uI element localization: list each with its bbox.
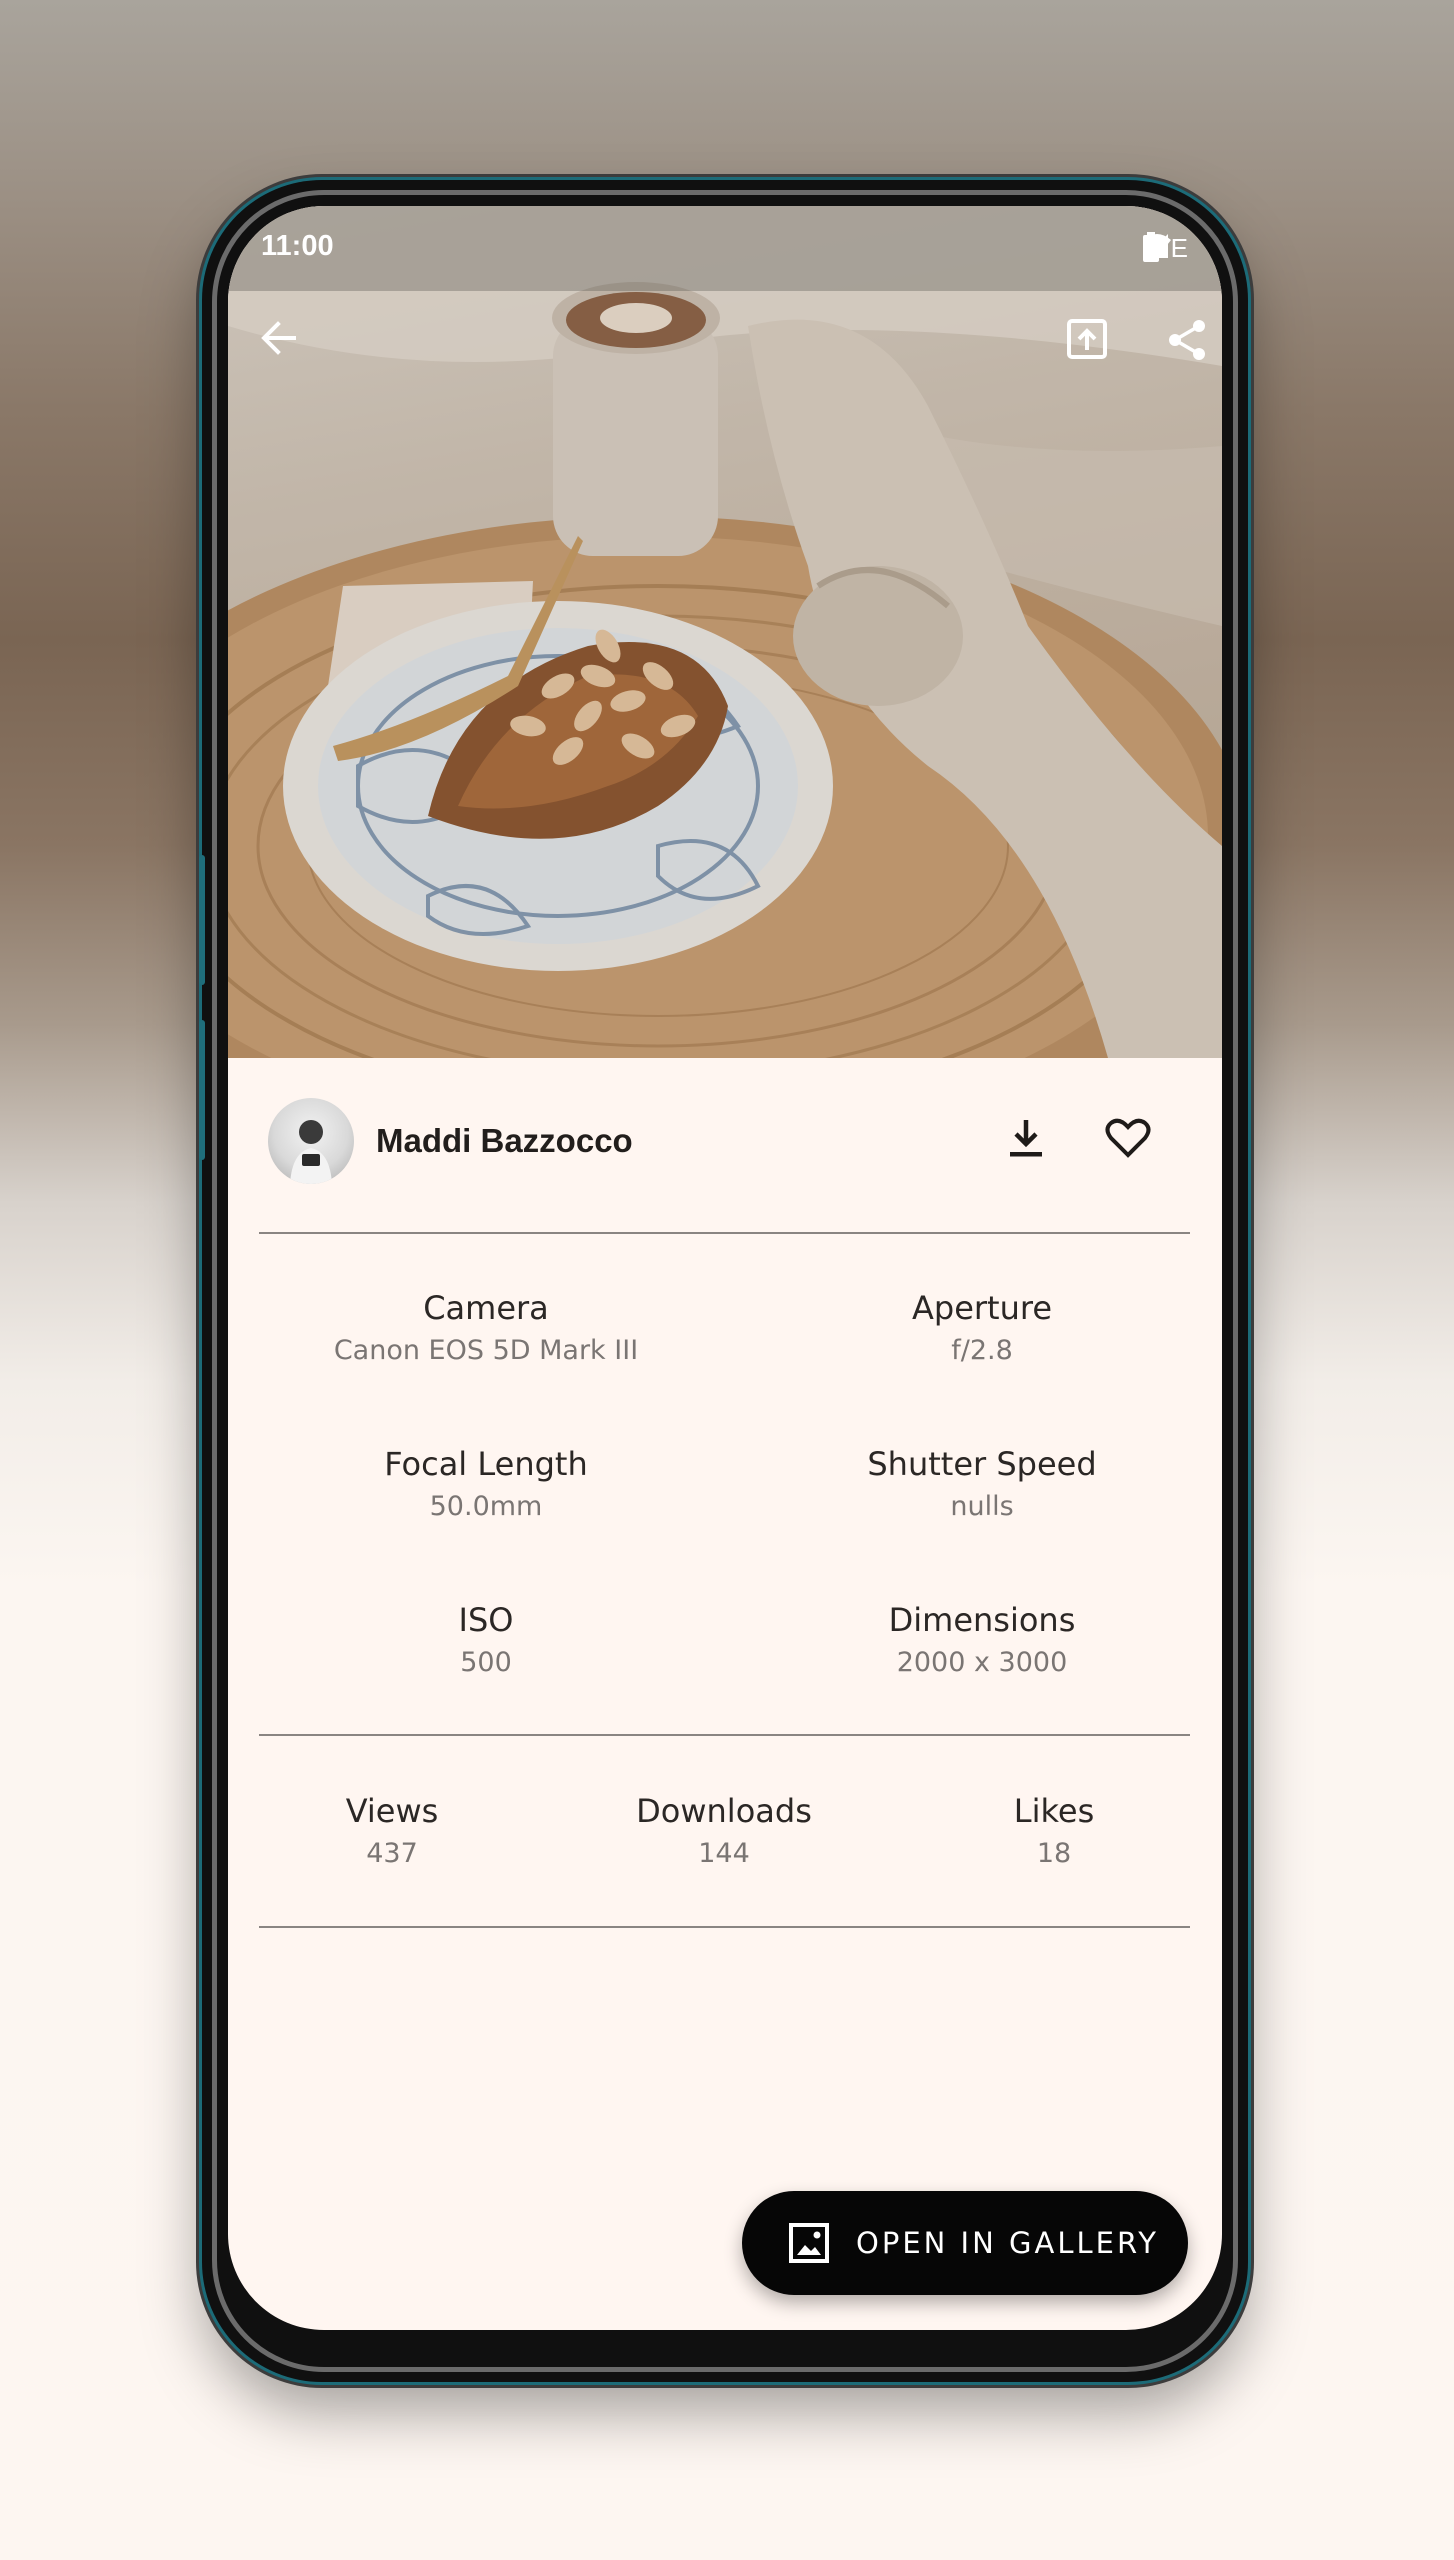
- wallpaper-icon: [1067, 319, 1107, 359]
- author-row: Maddi Bazzocco: [228, 1058, 1222, 1238]
- exif-label: Aperture: [911, 1289, 1052, 1327]
- stat-views: Views 437: [242, 1791, 542, 1871]
- avatar-image: [290, 1120, 332, 1184]
- like-button[interactable]: [1098, 1108, 1158, 1168]
- download-icon: [1010, 1120, 1042, 1157]
- exif-focal-length: Focal Length 50.0mm: [276, 1444, 696, 1524]
- arrow-left-icon: [261, 321, 296, 355]
- stat-label: Views: [345, 1792, 439, 1830]
- exif-dimensions: Dimensions 2000 x 3000: [772, 1600, 1192, 1680]
- exif-value: 50.0mm: [429, 1491, 543, 1522]
- exif-value: Canon EOS 5D Mark III: [333, 1335, 639, 1366]
- gallery-icon: [789, 2223, 829, 2263]
- exif-label: Shutter Speed: [867, 1445, 1097, 1483]
- screen: 11:00 LTE: [228, 206, 1222, 2330]
- stat-likes: Likes 18: [904, 1791, 1204, 1871]
- stat-value: 18: [1036, 1838, 1072, 1869]
- stat-downloads: Downloads 144: [574, 1791, 874, 1871]
- open-in-gallery-label: OPEN IN GALLERY: [856, 2226, 1159, 2260]
- avatar[interactable]: [268, 1098, 354, 1184]
- exif-label: Dimensions: [888, 1601, 1076, 1639]
- share-icon: [1169, 320, 1205, 360]
- stat-value: 437: [366, 1838, 418, 1869]
- exif-label: Camera: [423, 1289, 549, 1327]
- status-time: 11:00: [261, 230, 334, 262]
- divider-bottom: [259, 1926, 1190, 1928]
- exif-value: 500: [460, 1647, 512, 1678]
- phone-volume-button: [199, 855, 205, 985]
- author-name[interactable]: Maddi Bazzocco: [376, 1122, 633, 1160]
- exif-value: nulls: [950, 1491, 1014, 1522]
- exif-value: f/2.8: [951, 1335, 1013, 1366]
- back-button[interactable]: [258, 318, 322, 382]
- exif-value: 2000 x 3000: [896, 1647, 1068, 1678]
- photo-preview[interactable]: 11:00 LTE: [228, 206, 1222, 1058]
- heart-icon: [1105, 1118, 1151, 1158]
- set-wallpaper-button[interactable]: [1066, 318, 1130, 382]
- status-icons: LTE: [1142, 232, 1188, 264]
- exif-label: ISO: [458, 1601, 514, 1639]
- exif-iso: ISO 500: [276, 1600, 696, 1680]
- share-button[interactable]: [1166, 318, 1216, 382]
- download-button[interactable]: [996, 1108, 1056, 1168]
- exif-camera: Camera Canon EOS 5D Mark III: [276, 1288, 696, 1368]
- battery-icon: [1143, 232, 1160, 262]
- divider-middle: [259, 1734, 1190, 1736]
- exif-shutter-speed: Shutter Speed nulls: [772, 1444, 1192, 1524]
- status-bar: 11:00 LTE: [228, 206, 1222, 291]
- stat-label: Likes: [1013, 1792, 1095, 1830]
- stat-label: Downloads: [636, 1792, 812, 1830]
- gallery-icon-wrap: [786, 2220, 832, 2266]
- exif-aperture: Aperture f/2.8: [772, 1288, 1192, 1368]
- exif-label: Focal Length: [384, 1445, 588, 1483]
- open-in-gallery-button[interactable]: OPEN IN GALLERY: [742, 2191, 1188, 2295]
- phone-power-button: [199, 1020, 205, 1160]
- divider-top: [259, 1232, 1190, 1234]
- stat-value: 144: [698, 1838, 750, 1869]
